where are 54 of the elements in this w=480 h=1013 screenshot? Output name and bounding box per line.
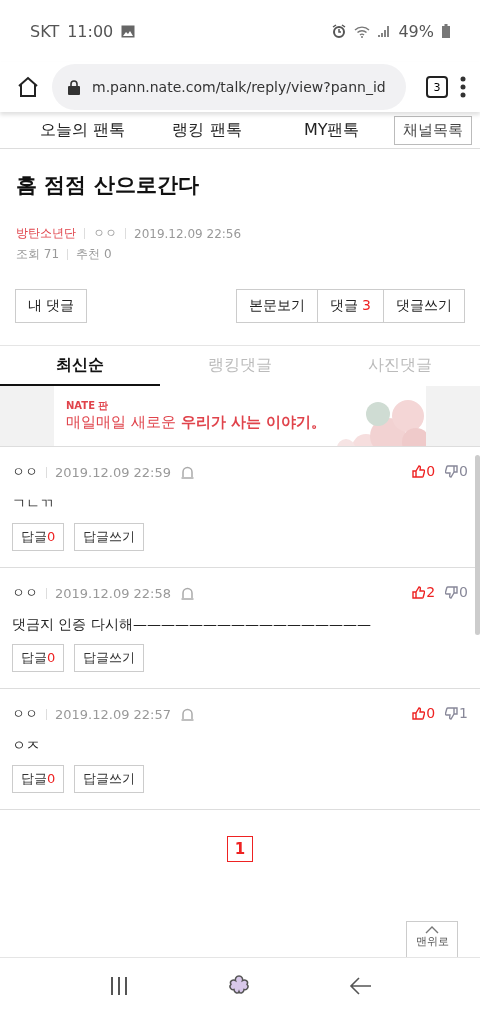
nav-link[interactable]: MY팬톡 (269, 119, 394, 141)
address-bar[interactable]: m.pann.nate.com/talk/reply/view?pann_id (52, 64, 406, 110)
write-reply-button[interactable]: 답글쓰기 (74, 765, 145, 793)
carrier: SKT (30, 21, 60, 41)
battery-percent: 49% (398, 21, 434, 41)
like-count[interactable]: 2 (412, 584, 436, 600)
comment-author: ㅇㅇ (12, 705, 38, 723)
post-action-button[interactable]: 댓글 3 (317, 289, 384, 323)
comment-text: ㄱㄴㄲ (12, 495, 55, 513)
wifi-icon (354, 24, 371, 38)
recommend-count: 추천 0 (76, 246, 112, 263)
comment-author: ㅇㅇ (12, 463, 38, 481)
channel-name[interactable]: 방탄소년단 (16, 225, 76, 242)
view-count: 조회 71 (16, 246, 60, 263)
back-icon[interactable] (349, 976, 371, 995)
alarm-icon (332, 24, 347, 38)
image-icon (121, 24, 136, 38)
comment-author: ㅇㅇ (12, 584, 38, 602)
tab-count[interactable]: 3 (426, 76, 448, 98)
page-number[interactable]: 1 (227, 836, 253, 862)
replies-button[interactable]: 답글0 (12, 644, 65, 672)
ad-banner[interactable]: NATE 판 매일매일 새로운 우리가 사는 이야기。 (54, 386, 426, 446)
comment-date: 2019.12.09 22:58 (55, 585, 172, 601)
dislike-count[interactable]: 0 (445, 584, 468, 600)
nav-link[interactable]: 오늘의 팬톡 (20, 119, 145, 141)
signal-icon (378, 25, 391, 37)
channel-list-button[interactable]: 채널목록 (394, 115, 472, 145)
dislike-count[interactable]: 0 (445, 463, 468, 479)
like-count[interactable]: 0 (412, 463, 436, 479)
post-action-button[interactable]: 본문보기 (235, 289, 318, 323)
post-date: 2019.12.09 22:56 (134, 226, 242, 241)
comment-date: 2019.12.09 22:59 (55, 464, 172, 480)
my-comments-button[interactable]: 내 댓글 (15, 289, 88, 323)
author-name: ㅇㅇ (93, 225, 117, 242)
clock: 11:00 (67, 21, 114, 41)
menu-icon[interactable] (460, 76, 466, 98)
post-title: 흠 점점 산으로간다 (16, 172, 200, 199)
write-reply-button[interactable]: 답글쓰기 (74, 644, 145, 672)
nate-logo: NATE 판 (66, 400, 110, 411)
replies-button[interactable]: 답글0 (12, 765, 65, 793)
post-action-button[interactable]: 댓글쓰기 (384, 289, 465, 323)
recent-apps-icon[interactable] (109, 975, 129, 996)
comment-date: 2019.12.09 22:57 (55, 706, 172, 722)
home-icon[interactable] (16, 75, 40, 99)
battery-icon (442, 24, 450, 38)
lock-icon (68, 79, 80, 95)
nav-link[interactable]: 랭킹 팬톡 (144, 119, 270, 141)
banner-text: 매일매일 새로운 우리가 사는 이야기。 (66, 413, 327, 432)
like-count[interactable]: 0 (412, 705, 436, 721)
caret-up-icon (425, 926, 439, 934)
replies-button[interactable]: 답글0 (12, 523, 65, 551)
comment-text: ㅇㅈ (12, 737, 41, 755)
comment-text: 댓금지 인증 다시해————————————————— (12, 616, 372, 634)
write-reply-button[interactable]: 답글쓰기 (74, 523, 145, 551)
